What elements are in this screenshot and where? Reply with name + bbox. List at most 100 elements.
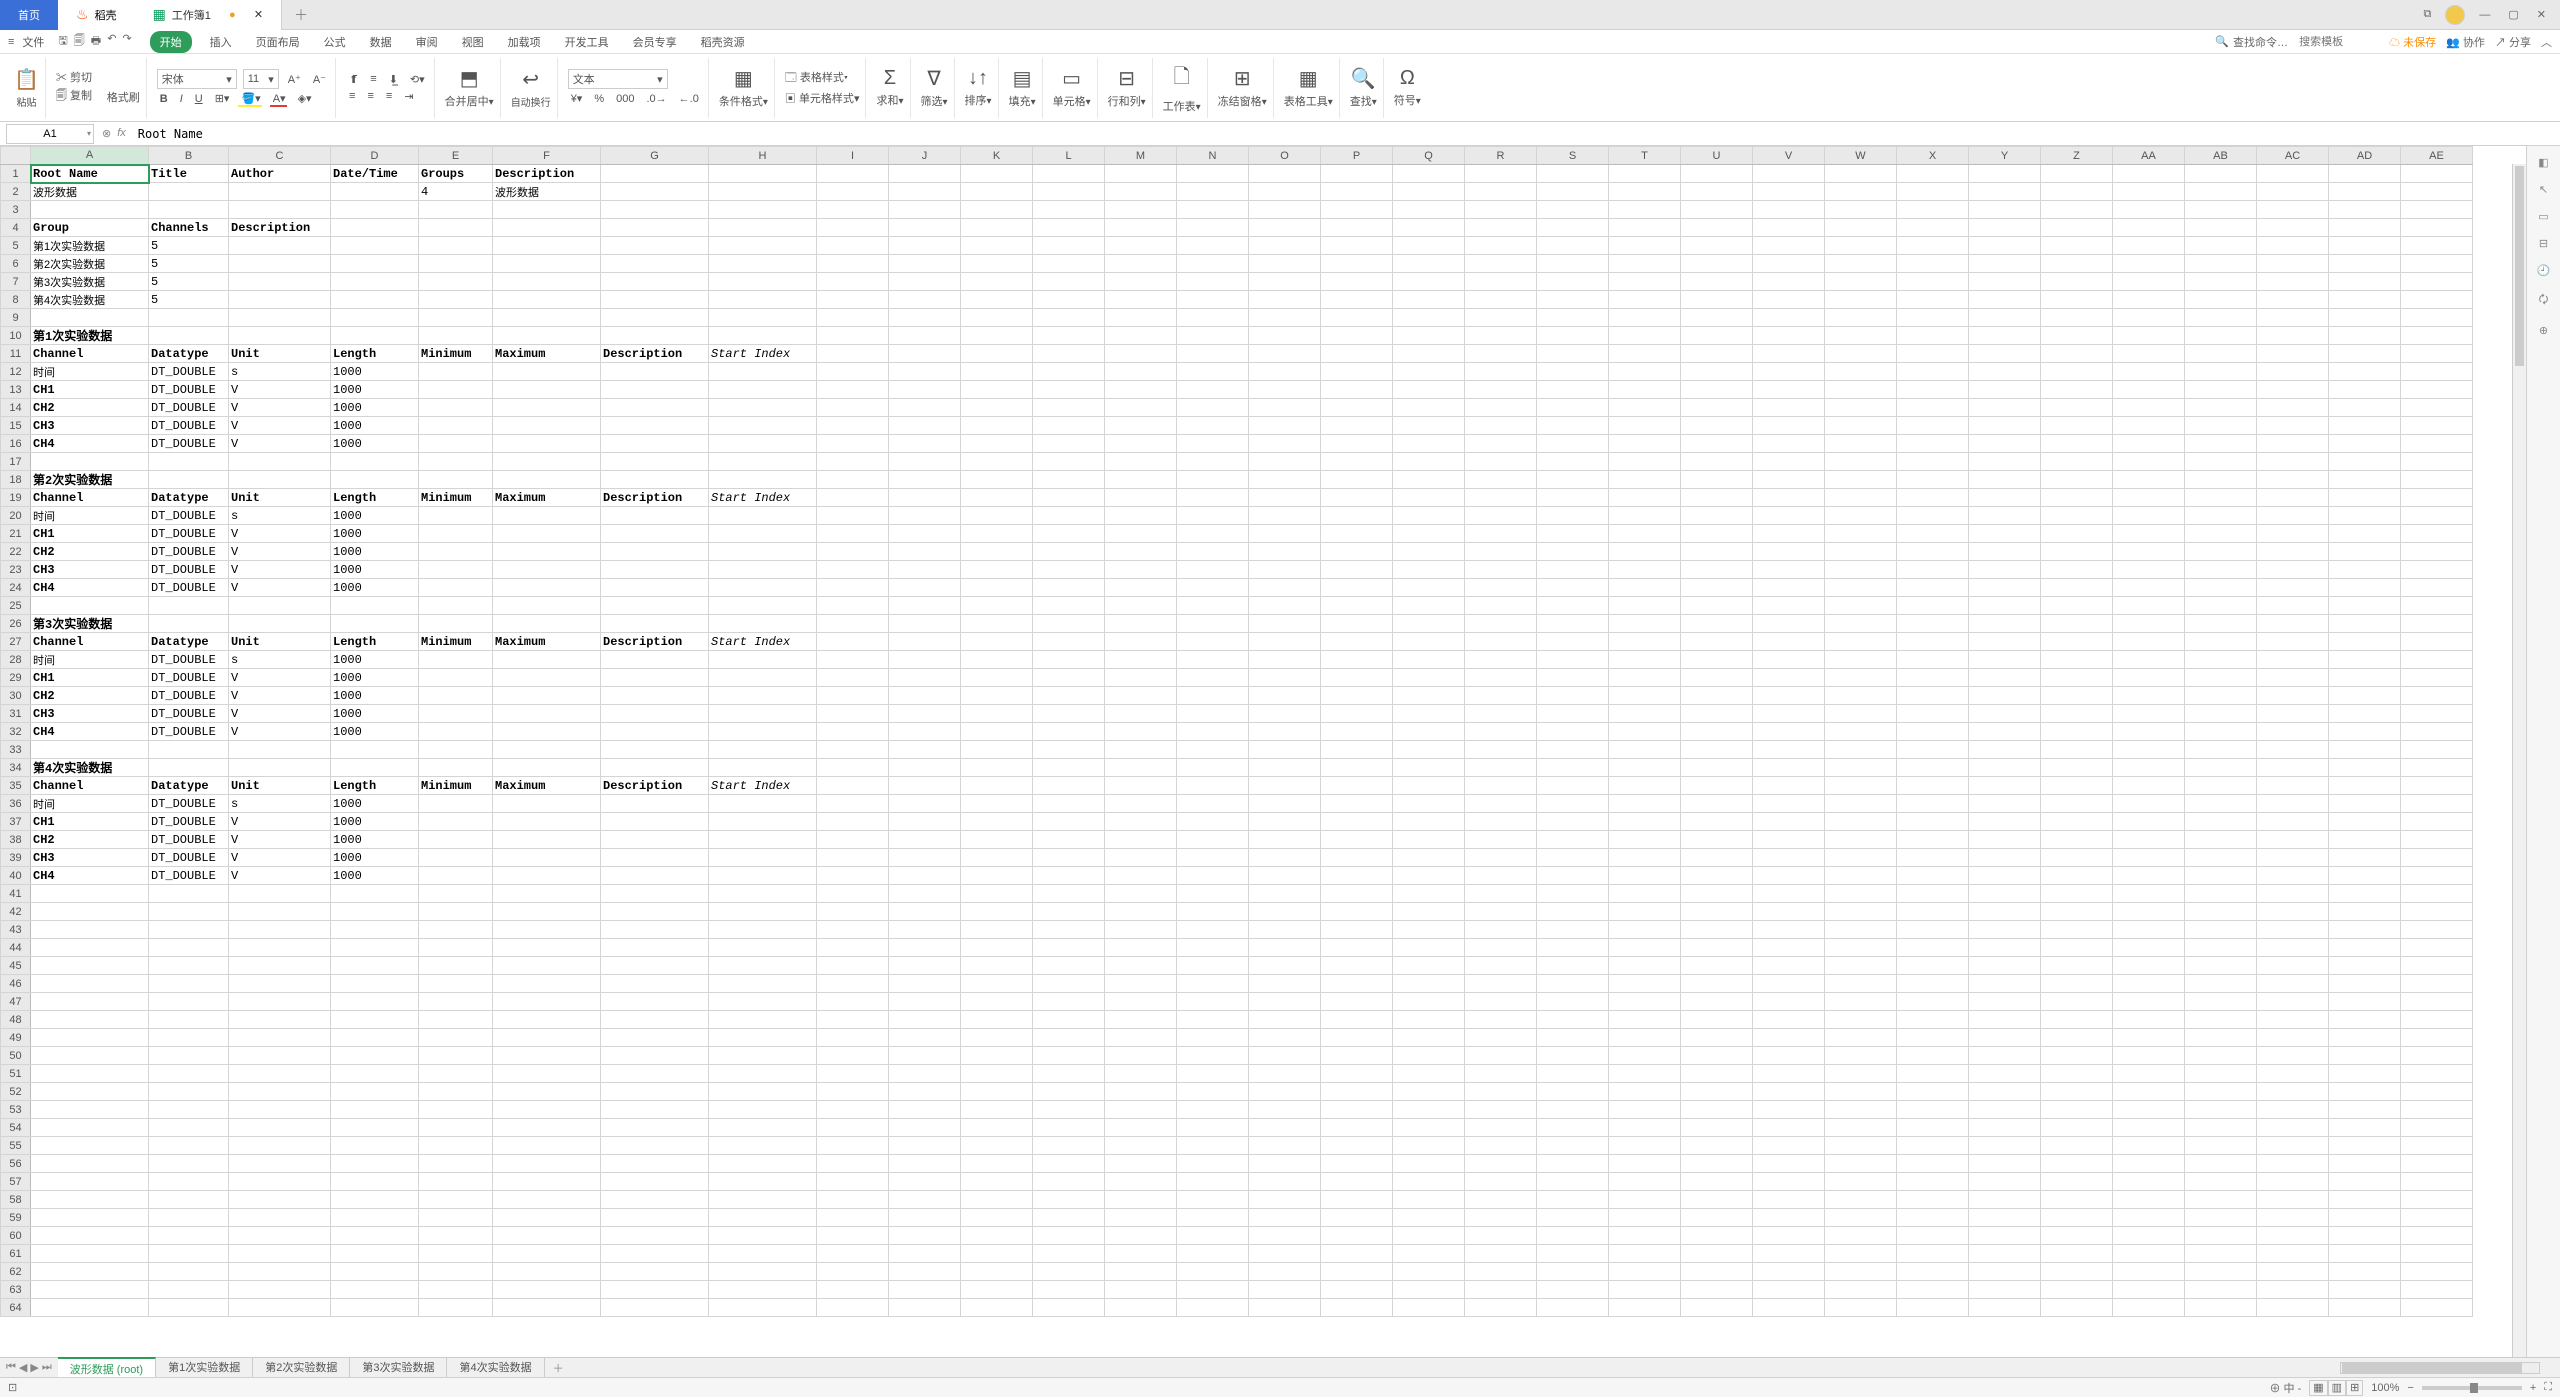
cell-V35[interactable] bbox=[1753, 777, 1825, 795]
cell-M4[interactable] bbox=[1105, 219, 1177, 237]
cell-V25[interactable] bbox=[1753, 597, 1825, 615]
cell-Y53[interactable] bbox=[1969, 1101, 2041, 1119]
cell-X62[interactable] bbox=[1897, 1263, 1969, 1281]
cell-K6[interactable] bbox=[961, 255, 1033, 273]
cell-T7[interactable] bbox=[1609, 273, 1681, 291]
cell-H13[interactable] bbox=[709, 381, 817, 399]
cell-P56[interactable] bbox=[1321, 1155, 1393, 1173]
cell-AB53[interactable] bbox=[2185, 1101, 2257, 1119]
cell-O58[interactable] bbox=[1249, 1191, 1321, 1209]
cell-E60[interactable] bbox=[419, 1227, 493, 1245]
cell-N38[interactable] bbox=[1177, 831, 1249, 849]
cell-Y44[interactable] bbox=[1969, 939, 2041, 957]
cell-AC3[interactable] bbox=[2257, 201, 2329, 219]
cell-J36[interactable] bbox=[889, 795, 961, 813]
cell-Q15[interactable] bbox=[1393, 417, 1465, 435]
cell-V18[interactable] bbox=[1753, 471, 1825, 489]
cell-S60[interactable] bbox=[1537, 1227, 1609, 1245]
cell-G15[interactable] bbox=[601, 417, 709, 435]
cell-D52[interactable] bbox=[331, 1083, 419, 1101]
cell-L27[interactable] bbox=[1033, 633, 1105, 651]
cell-F30[interactable] bbox=[493, 687, 601, 705]
cell-W42[interactable] bbox=[1825, 903, 1897, 921]
col-header-I[interactable]: I bbox=[817, 147, 889, 165]
font-color-button[interactable]: A▾ bbox=[270, 91, 289, 106]
cell-R26[interactable] bbox=[1465, 615, 1537, 633]
cell-A36[interactable]: 时间 bbox=[31, 795, 149, 813]
cell-B57[interactable] bbox=[149, 1173, 229, 1191]
cell-AD29[interactable] bbox=[2329, 669, 2401, 687]
cell-N5[interactable] bbox=[1177, 237, 1249, 255]
cell-AE41[interactable] bbox=[2401, 885, 2473, 903]
cell-AE11[interactable] bbox=[2401, 345, 2473, 363]
cell-J35[interactable] bbox=[889, 777, 961, 795]
cell-C56[interactable] bbox=[229, 1155, 331, 1173]
cell-G59[interactable] bbox=[601, 1209, 709, 1227]
cell-I54[interactable] bbox=[817, 1119, 889, 1137]
cell-F64[interactable] bbox=[493, 1299, 601, 1317]
cell-O29[interactable] bbox=[1249, 669, 1321, 687]
cell-L61[interactable] bbox=[1033, 1245, 1105, 1263]
cell-F48[interactable] bbox=[493, 1011, 601, 1029]
cell-S6[interactable] bbox=[1537, 255, 1609, 273]
cell-K58[interactable] bbox=[961, 1191, 1033, 1209]
find-group[interactable]: 🔍查找▾ bbox=[1344, 58, 1384, 118]
cell-Q28[interactable] bbox=[1393, 651, 1465, 669]
filter-group[interactable]: ∇筛选▾ bbox=[915, 58, 955, 118]
cell-R14[interactable] bbox=[1465, 399, 1537, 417]
cell-H16[interactable] bbox=[709, 435, 817, 453]
cell-L28[interactable] bbox=[1033, 651, 1105, 669]
cell-J29[interactable] bbox=[889, 669, 961, 687]
cell-U19[interactable] bbox=[1681, 489, 1753, 507]
cell-I64[interactable] bbox=[817, 1299, 889, 1317]
cell-Q41[interactable] bbox=[1393, 885, 1465, 903]
cell-R3[interactable] bbox=[1465, 201, 1537, 219]
cell-AA10[interactable] bbox=[2113, 327, 2185, 345]
cell-C1[interactable]: Author bbox=[229, 165, 331, 183]
cell-A52[interactable] bbox=[31, 1083, 149, 1101]
cell-V28[interactable] bbox=[1753, 651, 1825, 669]
cell-N13[interactable] bbox=[1177, 381, 1249, 399]
cell-J16[interactable] bbox=[889, 435, 961, 453]
cell-V63[interactable] bbox=[1753, 1281, 1825, 1299]
cell-U61[interactable] bbox=[1681, 1245, 1753, 1263]
cell-M44[interactable] bbox=[1105, 939, 1177, 957]
cell-Z15[interactable] bbox=[2041, 417, 2113, 435]
cell-F29[interactable] bbox=[493, 669, 601, 687]
cell-U31[interactable] bbox=[1681, 705, 1753, 723]
cell-A22[interactable]: CH2 bbox=[31, 543, 149, 561]
cell-F57[interactable] bbox=[493, 1173, 601, 1191]
cell-B6[interactable]: 5 bbox=[149, 255, 229, 273]
cell-C49[interactable] bbox=[229, 1029, 331, 1047]
row-header-59[interactable]: 59 bbox=[1, 1209, 31, 1227]
cell-T63[interactable] bbox=[1609, 1281, 1681, 1299]
cell-L22[interactable] bbox=[1033, 543, 1105, 561]
cell-T57[interactable] bbox=[1609, 1173, 1681, 1191]
cell-AE26[interactable] bbox=[2401, 615, 2473, 633]
cell-R53[interactable] bbox=[1465, 1101, 1537, 1119]
cell-Y61[interactable] bbox=[1969, 1245, 2041, 1263]
cell-AA26[interactable] bbox=[2113, 615, 2185, 633]
cell-AB24[interactable] bbox=[2185, 579, 2257, 597]
cell-AA17[interactable] bbox=[2113, 453, 2185, 471]
cell-AD50[interactable] bbox=[2329, 1047, 2401, 1065]
row-header-41[interactable]: 41 bbox=[1, 885, 31, 903]
cell-V38[interactable] bbox=[1753, 831, 1825, 849]
cell-O5[interactable] bbox=[1249, 237, 1321, 255]
cell-Z64[interactable] bbox=[2041, 1299, 2113, 1317]
cell-X15[interactable] bbox=[1897, 417, 1969, 435]
cell-C47[interactable] bbox=[229, 993, 331, 1011]
cell-Y46[interactable] bbox=[1969, 975, 2041, 993]
cell-H15[interactable] bbox=[709, 417, 817, 435]
cell-I6[interactable] bbox=[817, 255, 889, 273]
cell-H25[interactable] bbox=[709, 597, 817, 615]
cell-Z26[interactable] bbox=[2041, 615, 2113, 633]
cell-J46[interactable] bbox=[889, 975, 961, 993]
cell-H60[interactable] bbox=[709, 1227, 817, 1245]
cell-AD64[interactable] bbox=[2329, 1299, 2401, 1317]
cell-H18[interactable] bbox=[709, 471, 817, 489]
cell-O53[interactable] bbox=[1249, 1101, 1321, 1119]
cell-R30[interactable] bbox=[1465, 687, 1537, 705]
cell-I63[interactable] bbox=[817, 1281, 889, 1299]
cell-P55[interactable] bbox=[1321, 1137, 1393, 1155]
